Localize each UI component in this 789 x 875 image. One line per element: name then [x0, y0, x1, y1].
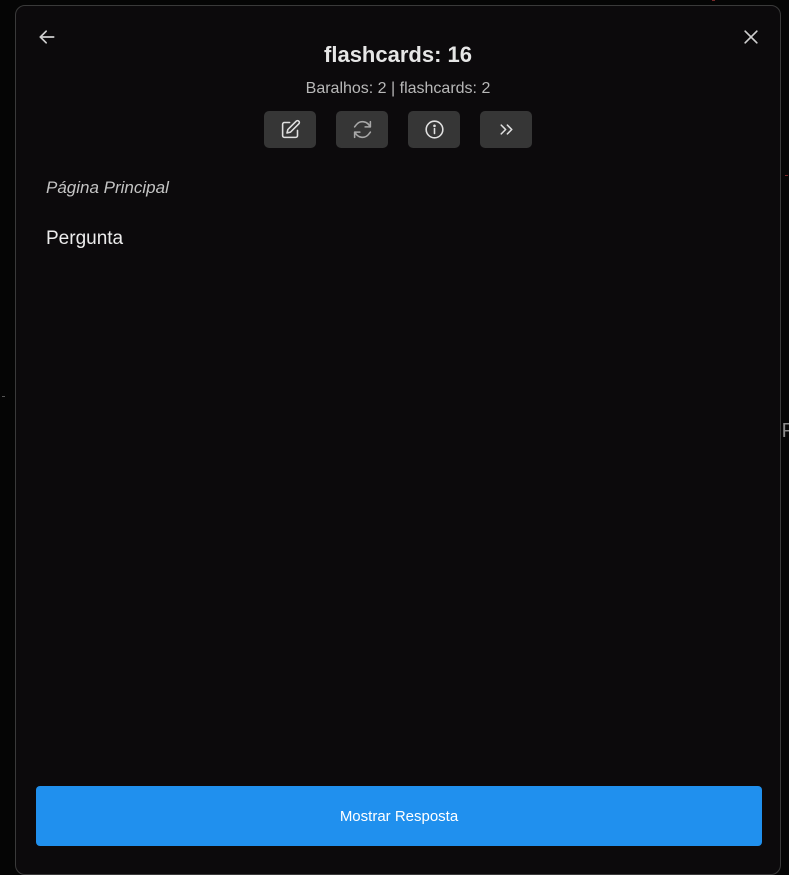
background-mark	[785, 175, 788, 176]
background-mark	[2, 396, 5, 397]
flashcard-modal: flashcards: 16 Baralhos: 2 | flashcards:…	[15, 5, 781, 875]
refresh-icon	[353, 120, 371, 139]
background-partial-text: P	[781, 420, 789, 442]
edit-icon	[281, 119, 300, 139]
chevrons-right-icon	[499, 124, 513, 135]
card-question: Pergunta	[46, 228, 124, 249]
card-toolbar	[16, 111, 780, 148]
info-icon	[424, 120, 444, 139]
background-mark	[712, 0, 715, 1]
edit-card-button[interactable]	[264, 111, 316, 148]
show-answer-button[interactable]: Mostrar Resposta	[36, 786, 762, 846]
card-breadcrumb: Página Principal	[46, 178, 169, 197]
reset-card-button[interactable]	[336, 111, 388, 148]
skip-card-button[interactable]	[480, 111, 532, 148]
page-title: flashcards: 16	[324, 42, 472, 67]
card-info-button[interactable]	[408, 111, 460, 148]
deck-stats: Baralhos: 2 | flashcards: 2	[305, 80, 491, 97]
